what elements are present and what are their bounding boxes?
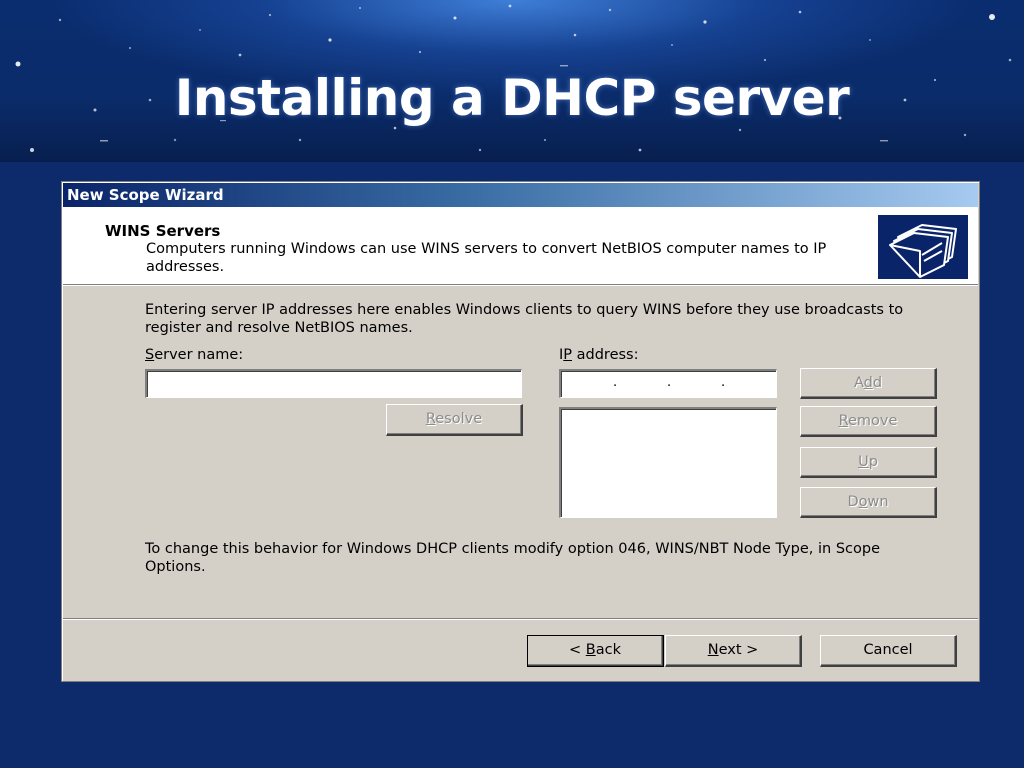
next-button[interactable]: Next > xyxy=(665,635,802,667)
ip-octet-separator: . xyxy=(613,375,618,390)
page-description: Computers running Windows can use WINS s… xyxy=(146,241,827,275)
wizard-header-panel: WINS Servers Computers running Windows c… xyxy=(63,207,978,285)
resolve-button[interactable]: Resolve xyxy=(386,404,523,436)
dialog-title: New Scope Wizard xyxy=(67,186,224,204)
new-scope-wizard-dialog: New Scope Wizard WINS Servers Computers … xyxy=(61,181,980,682)
back-button[interactable]: < Back xyxy=(527,635,664,667)
ip-octet-separator: . xyxy=(721,375,726,390)
ip-address-input[interactable]: . . . xyxy=(559,369,777,398)
server-name-input[interactable] xyxy=(145,369,522,398)
wins-server-ip-list[interactable] xyxy=(559,407,777,518)
cancel-button[interactable]: Cancel xyxy=(820,635,957,667)
node-type-hint: To change this behavior for Windows DHCP… xyxy=(145,541,880,575)
up-button[interactable]: Up xyxy=(800,447,937,478)
server-name-label: Server name: xyxy=(145,347,244,363)
remove-button[interactable]: Remove xyxy=(800,406,937,437)
down-button[interactable]: Down xyxy=(800,487,937,518)
ip-address-label: IP address: xyxy=(559,347,639,363)
slide-header-band: Installing a DHCP server xyxy=(0,0,1024,162)
page-title: WINS Servers xyxy=(105,222,221,240)
folders-icon xyxy=(878,215,968,279)
ip-octet-separator: . xyxy=(667,375,672,390)
footer-divider-highlight xyxy=(63,619,978,620)
add-button[interactable]: Add xyxy=(800,368,937,399)
header-divider xyxy=(63,285,978,286)
dialog-titlebar[interactable]: New Scope Wizard xyxy=(63,183,978,207)
slide-title: Installing a DHCP server xyxy=(174,69,850,127)
info-text: Entering server IP addresses here enable… xyxy=(145,302,904,336)
